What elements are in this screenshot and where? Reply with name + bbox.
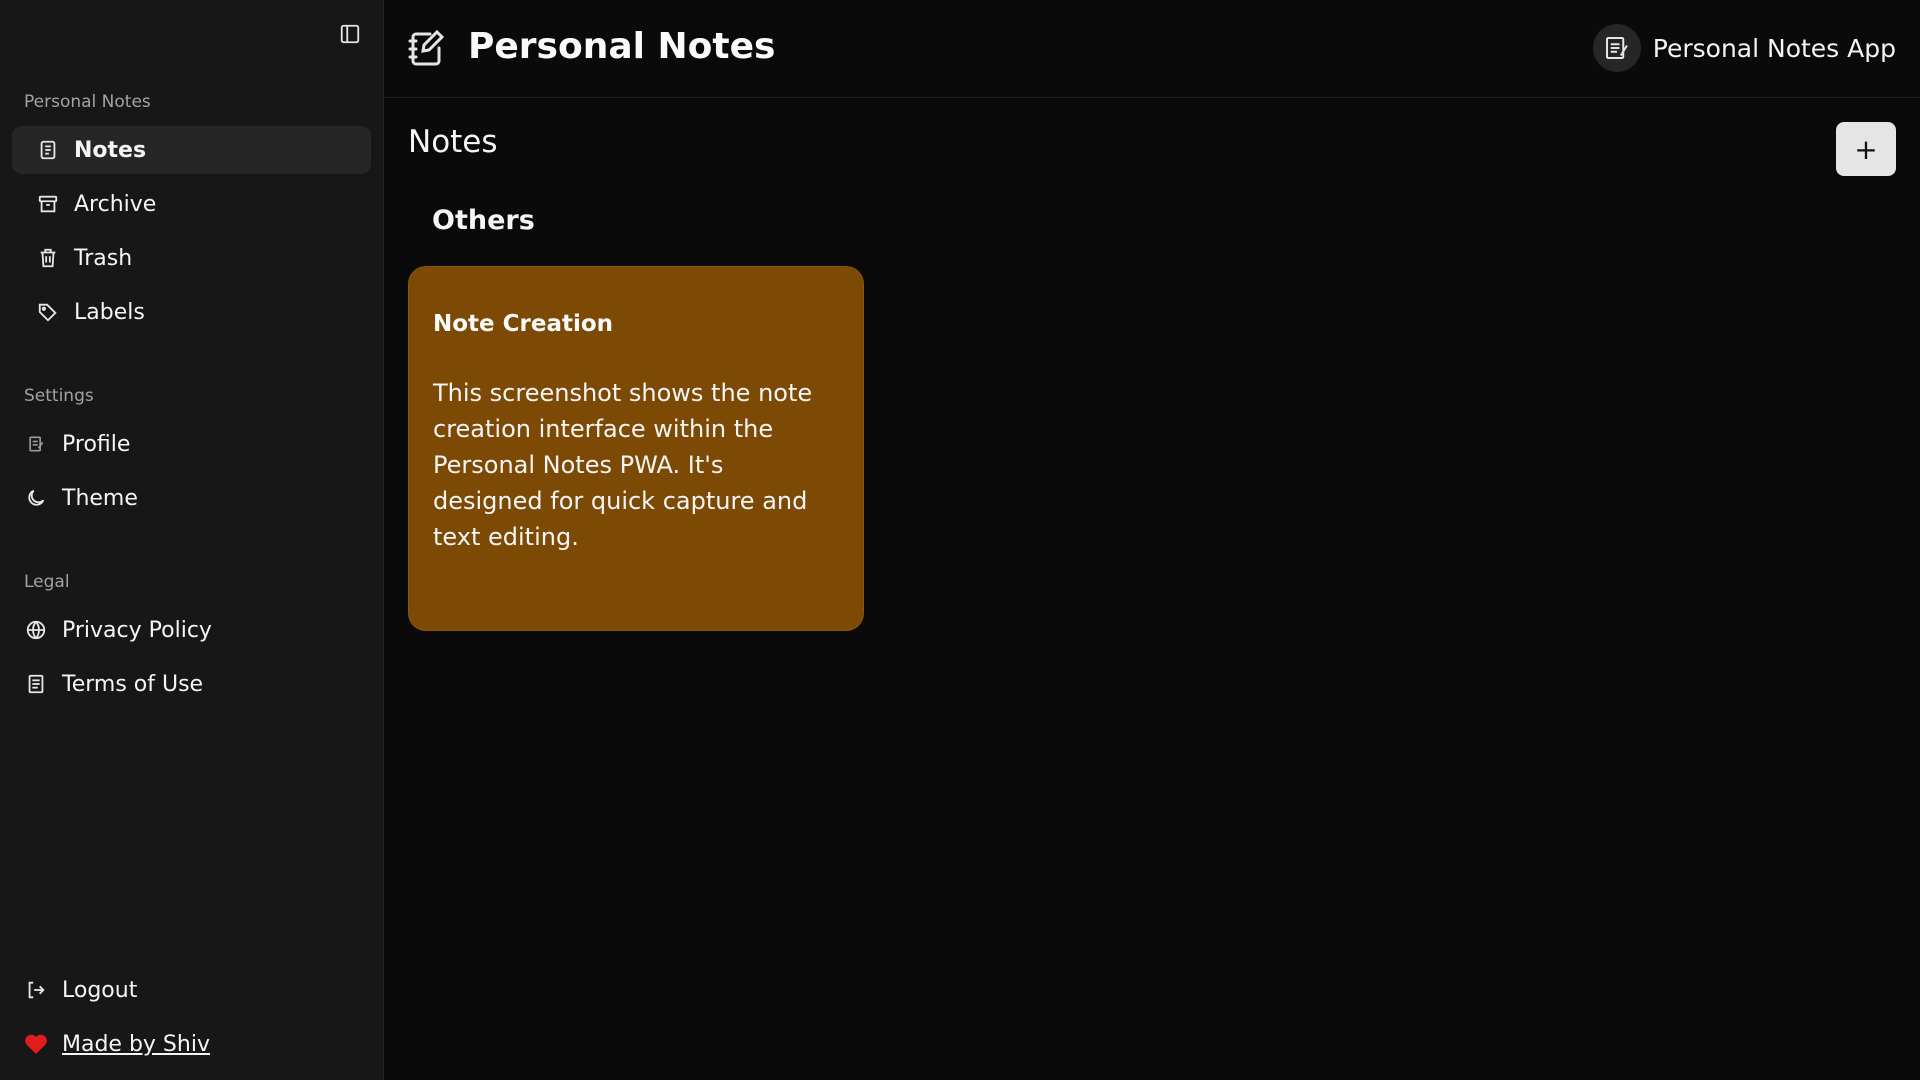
app-root: Personal Notes Notes Archive Trash Label… bbox=[0, 0, 1920, 1080]
page-title: Notes bbox=[408, 124, 498, 160]
heart-icon bbox=[24, 1032, 48, 1056]
logout-button[interactable]: Logout bbox=[12, 966, 371, 1014]
sidebar-item-terms-of-use[interactable]: Terms of Use bbox=[12, 660, 371, 708]
notepad-icon bbox=[1605, 37, 1628, 59]
app-title: Personal Notes bbox=[468, 26, 776, 67]
group-label-personal: Personal Notes bbox=[24, 92, 151, 112]
sidebar-item-labels[interactable]: Labels bbox=[12, 288, 371, 336]
top-bar: Personal Notes Personal Notes App bbox=[384, 0, 1920, 98]
sidebar-item-label: Logout bbox=[62, 977, 138, 1003]
app-name: Personal Notes App bbox=[1652, 33, 1896, 63]
notes-icon bbox=[36, 138, 60, 162]
sidebar-item-profile[interactable]: Profile bbox=[12, 420, 371, 468]
sidebar-item-label: Archive bbox=[74, 191, 157, 217]
add-note-button[interactable]: + bbox=[1836, 122, 1896, 176]
sidebar-item-trash[interactable]: Trash bbox=[12, 234, 371, 282]
archive-icon bbox=[36, 192, 60, 216]
sidebar-item-label: Trash bbox=[74, 245, 133, 271]
globe-icon bbox=[24, 618, 48, 642]
sidebar: Personal Notes Notes Archive Trash Label… bbox=[0, 0, 384, 1080]
sidebar-item-archive[interactable]: Archive bbox=[12, 180, 371, 228]
tags-icon bbox=[36, 300, 60, 324]
moon-icon bbox=[24, 486, 48, 510]
document-icon bbox=[24, 672, 48, 696]
sidebar-item-notes[interactable]: Notes bbox=[12, 126, 371, 174]
notepad-icon bbox=[24, 432, 48, 456]
sidebar-item-label: Labels bbox=[74, 299, 145, 325]
trash-icon bbox=[36, 246, 60, 270]
group-label-settings: Settings bbox=[24, 386, 94, 406]
note-card[interactable]: Note Creation This screenshot shows the … bbox=[408, 266, 864, 631]
sidebar-toggle-button[interactable] bbox=[336, 20, 364, 48]
note-body: This screenshot shows the note creation … bbox=[433, 379, 813, 551]
panel-left-icon bbox=[340, 24, 360, 44]
sidebar-item-label: Theme bbox=[62, 485, 138, 511]
logout-icon bbox=[24, 978, 48, 1002]
made-by-link[interactable]: Made by Shiv bbox=[12, 1020, 371, 1068]
sidebar-item-theme[interactable]: Theme bbox=[12, 474, 371, 522]
sidebar-item-label: Notes bbox=[74, 137, 147, 163]
group-label-legal: Legal bbox=[24, 572, 70, 592]
sidebar-item-label: Terms of Use bbox=[62, 671, 204, 697]
note-title: Note Creation bbox=[433, 311, 614, 337]
sidebar-item-label: Privacy Policy bbox=[62, 617, 212, 643]
app-avatar bbox=[1592, 24, 1641, 72]
edit-note-icon bbox=[408, 28, 446, 68]
sidebar-item-label: Profile bbox=[62, 431, 131, 457]
made-by-label[interactable]: Made by Shiv bbox=[62, 1032, 210, 1057]
main-content: Personal Notes Personal Notes App Notes … bbox=[384, 0, 1920, 1080]
section-title-others: Others bbox=[432, 205, 535, 236]
app-badge[interactable]: Personal Notes App bbox=[1592, 24, 1896, 72]
sidebar-item-privacy-policy[interactable]: Privacy Policy bbox=[12, 606, 371, 654]
